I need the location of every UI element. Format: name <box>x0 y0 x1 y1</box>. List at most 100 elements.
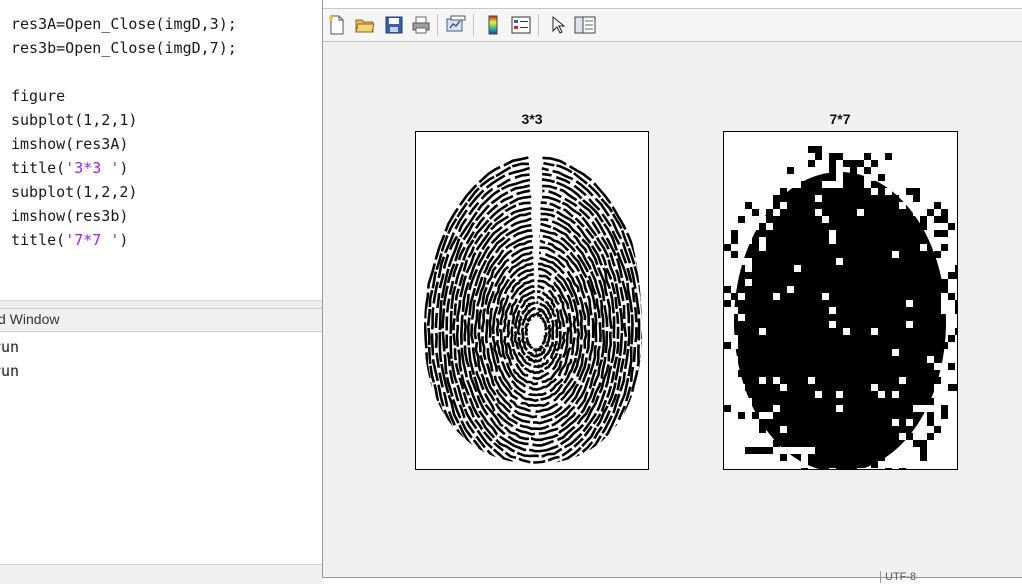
edit-plot-icon[interactable] <box>547 14 569 36</box>
code-editor[interactable]: res3A=Open_Close(imgD,3); res3b=Open_Clos… <box>0 0 322 300</box>
subplot-1-title: 3*3 <box>521 111 543 127</box>
pixel-block <box>927 419 934 426</box>
pixel-block <box>871 384 878 391</box>
pixel-block <box>829 237 836 244</box>
pixel-block <box>787 181 794 188</box>
pixel-block <box>780 454 787 461</box>
pixel-block <box>906 440 913 447</box>
colorbar-icon[interactable] <box>482 14 504 36</box>
pixel-block <box>920 237 927 244</box>
code-line[interactable]: res3A=Open_Close(imgD,3); <box>11 12 237 36</box>
pixel-block <box>906 321 913 328</box>
fingerprint-ridge <box>466 222 606 442</box>
figure-window[interactable]: 3*3 7*7 <box>322 0 1022 578</box>
pixel-block <box>829 160 836 167</box>
pixel-block <box>766 461 773 468</box>
pixel-block <box>766 209 773 216</box>
pixel-block <box>920 202 927 209</box>
pixel-block <box>801 447 808 454</box>
pixel-block <box>766 174 773 181</box>
pixel-block <box>787 461 794 468</box>
pixel-block <box>808 167 815 174</box>
pixel-block <box>780 181 787 188</box>
new-figure-icon[interactable] <box>326 14 348 36</box>
pixel-block <box>738 258 745 265</box>
pixel-block <box>752 412 759 419</box>
pixel-block <box>738 384 745 391</box>
property-inspector-icon[interactable] <box>574 14 596 36</box>
pixel-block <box>829 181 836 188</box>
code-line[interactable]: res3b=Open_Close(imgD,7); <box>11 36 237 60</box>
pixel-block <box>745 426 752 433</box>
pixel-block <box>948 377 955 384</box>
pixel-block <box>927 216 934 223</box>
pixel-block <box>724 370 731 377</box>
pixel-block <box>934 363 941 370</box>
pixel-block <box>731 363 738 370</box>
pixel-block <box>752 447 759 454</box>
pixel-block <box>899 202 906 209</box>
command-window[interactable]: d Window run run <box>0 308 322 564</box>
pixel-block <box>801 188 808 195</box>
pixel-block <box>920 440 927 447</box>
encoding-indicator: UTF-8 <box>880 571 945 583</box>
pixel-block <box>948 335 955 342</box>
code-line[interactable]: subplot(1,2,2) <box>11 180 137 204</box>
fingerprint-image-3x3 <box>416 132 648 469</box>
code-line[interactable]: title('7*7 ') <box>11 228 128 252</box>
pixel-block <box>906 433 913 440</box>
pixel-block <box>738 216 745 223</box>
figure-canvas[interactable]: 3*3 7*7 <box>323 42 1022 577</box>
pixel-block <box>836 258 843 265</box>
pixel-block <box>773 440 780 447</box>
pixel-block <box>829 230 836 237</box>
legend-icon[interactable] <box>510 14 532 36</box>
pixel-block <box>766 216 773 223</box>
code-line[interactable]: subplot(1,2,1) <box>11 108 137 132</box>
code-line[interactable]: imshow(res3b) <box>11 204 128 228</box>
pixel-block <box>836 153 843 160</box>
pixel-block <box>941 391 948 398</box>
subplot-1-axes[interactable] <box>415 131 649 470</box>
pixel-block <box>885 153 892 160</box>
figure-title-bar[interactable] <box>323 0 1022 9</box>
link-plot-icon[interactable] <box>445 14 467 36</box>
pixel-block <box>731 293 738 300</box>
pixel-block <box>948 237 955 244</box>
subplot-2-axes[interactable] <box>723 131 958 470</box>
code-line[interactable]: title('3*3 ') <box>11 156 128 180</box>
pixel-block <box>759 328 766 335</box>
pixel-block <box>934 384 941 391</box>
pixel-block <box>724 342 731 349</box>
code-line[interactable]: figure <box>11 84 65 108</box>
code-line[interactable]: imshow(res3A) <box>11 132 128 156</box>
pixel-block <box>759 188 766 195</box>
pixel-block <box>787 447 794 454</box>
pixel-block <box>885 167 892 174</box>
pixel-block <box>731 342 738 349</box>
pixel-block <box>948 307 955 314</box>
pixel-block <box>955 307 957 314</box>
open-file-icon[interactable] <box>354 14 376 36</box>
pixel-block <box>927 398 934 405</box>
pixel-block <box>864 153 871 160</box>
pixel-block <box>857 209 864 216</box>
print-icon[interactable] <box>410 14 432 36</box>
pixel-block <box>829 468 836 469</box>
pixel-block <box>794 447 801 454</box>
pixel-block <box>745 272 752 279</box>
figure-toolbar <box>323 9 1022 42</box>
pixel-block <box>731 265 738 272</box>
pixel-block <box>941 258 948 265</box>
pixel-block <box>955 272 957 279</box>
pixel-block <box>745 202 752 209</box>
pixel-block <box>731 230 738 237</box>
pixel-block <box>934 216 941 223</box>
pixel-block <box>815 391 822 398</box>
pixel-block <box>738 405 745 412</box>
pixel-block <box>878 160 885 167</box>
pixel-block <box>913 223 920 230</box>
pixel-block <box>759 454 766 461</box>
pixel-block <box>745 265 752 272</box>
save-icon[interactable] <box>383 14 405 36</box>
